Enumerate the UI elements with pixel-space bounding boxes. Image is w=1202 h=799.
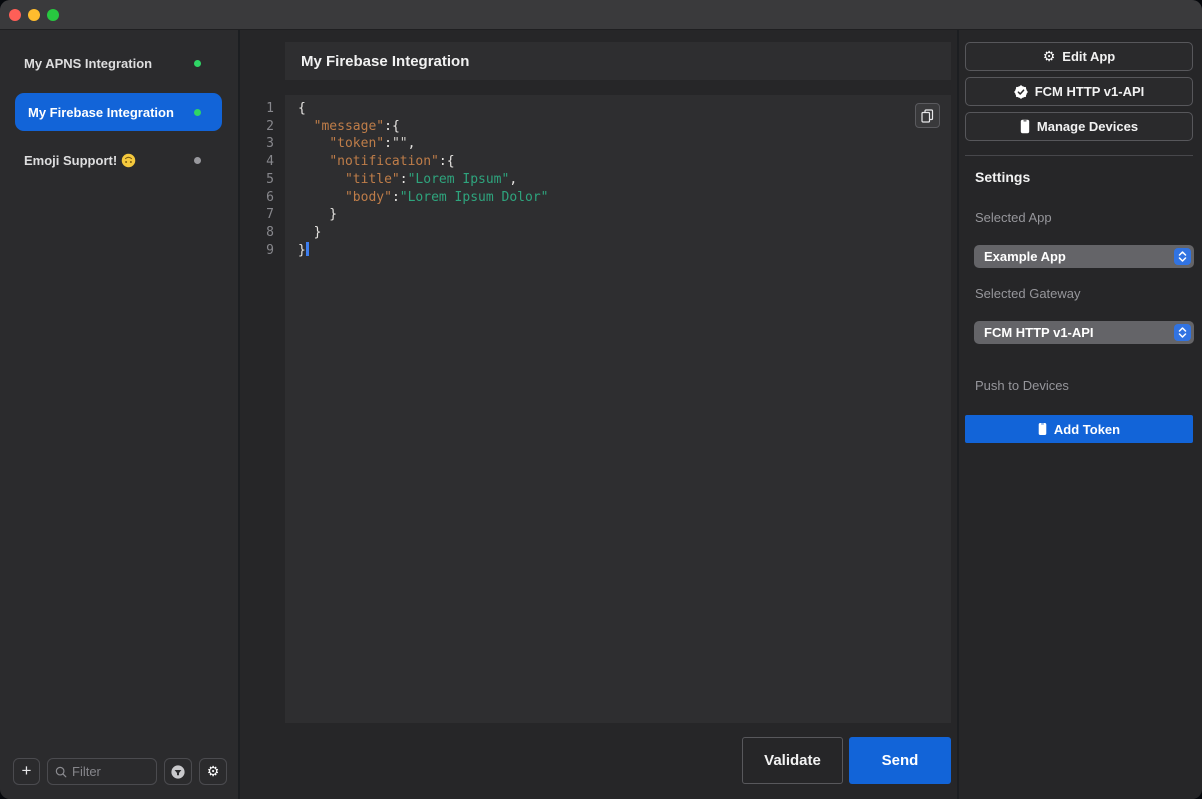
dropdown-stepper-icon <box>1174 324 1191 341</box>
search-icon <box>55 766 67 778</box>
filter-field[interactable] <box>47 758 157 785</box>
zoom-button[interactable] <box>47 9 59 21</box>
code-line: } <box>298 224 951 242</box>
action-bar: Validate Send <box>742 737 951 784</box>
phone-icon <box>1020 119 1030 134</box>
code-line: } <box>298 206 951 224</box>
copy-payload-button[interactable] <box>915 103 940 128</box>
line-number: 6 <box>240 189 274 207</box>
selected-gateway-label: Selected Gateway <box>975 286 1081 301</box>
settings-heading: Settings <box>975 169 1030 185</box>
send-button[interactable]: Send <box>849 737 951 784</box>
line-number: 9 <box>240 242 274 260</box>
editor-header: My Firebase Integration <box>285 42 951 80</box>
line-number: 7 <box>240 206 274 224</box>
settings-gear-button[interactable]: ⚙ <box>199 758 227 785</box>
line-number-gutter: 123456789 <box>240 100 274 259</box>
sidebar: My APNS Integration My Firebase Integrat… <box>0 30 240 799</box>
code-line: "message":{ <box>298 118 951 136</box>
titlebar <box>0 0 1202 30</box>
sidebar-toolbar: + ⚙ <box>13 758 227 785</box>
status-dot <box>194 60 201 67</box>
code-line: } <box>298 242 951 260</box>
filter-input[interactable] <box>72 764 149 779</box>
close-button[interactable] <box>9 9 21 21</box>
code-line: "title":"Lorem Ipsum", <box>298 171 951 189</box>
line-number: 5 <box>240 171 274 189</box>
minimize-button[interactable] <box>28 9 40 21</box>
status-dot <box>194 109 201 116</box>
selected-app-dropdown[interactable]: Example App <box>974 245 1194 268</box>
sidebar-item-apns[interactable]: My APNS Integration <box>0 44 238 82</box>
gateway-info-button[interactable]: FCM HTTP v1-API <box>965 77 1193 106</box>
phone-icon <box>1038 422 1047 436</box>
line-number: 4 <box>240 153 274 171</box>
seal-check-icon <box>1014 85 1028 99</box>
dropdown-stepper-icon <box>1174 248 1191 265</box>
selected-app-label: Selected App <box>975 210 1052 225</box>
gear-icon: ⚙ <box>1043 50 1056 64</box>
code-line: { <box>298 100 951 118</box>
settings-panel: ⚙ Edit App FCM HTTP v1-API Manage Device… <box>957 30 1202 799</box>
selected-gateway-dropdown[interactable]: FCM HTTP v1-API <box>974 321 1194 344</box>
code-line: "notification":{ <box>298 153 951 171</box>
validate-button[interactable]: Validate <box>742 737 843 784</box>
code-line: "body":"Lorem Ipsum Dolor" <box>298 189 951 207</box>
line-number: 3 <box>240 135 274 153</box>
filter-circle-button[interactable] <box>164 758 192 785</box>
copy-icon <box>921 109 934 123</box>
filter-circle-icon <box>170 764 186 780</box>
payload-editor[interactable]: { "message":{ "token":"", "notification"… <box>285 95 951 723</box>
sidebar-item-firebase[interactable]: My Firebase Integration <box>15 93 222 131</box>
divider <box>965 155 1193 156</box>
json-payload[interactable]: { "message":{ "token":"", "notification"… <box>285 95 951 259</box>
gear-icon: ⚙ <box>207 765 220 779</box>
line-number: 8 <box>240 224 274 242</box>
line-number: 1 <box>240 100 274 118</box>
push-to-devices-label: Push to Devices <box>975 378 1069 393</box>
sidebar-item-label: My Firebase Integration <box>28 105 174 120</box>
code-line: "token":"", <box>298 135 951 153</box>
sidebar-item-label: Emoji Support! <box>24 153 136 168</box>
status-dot <box>194 157 201 164</box>
upside-down-face-emoji <box>121 153 136 168</box>
sidebar-item-emoji[interactable]: Emoji Support! <box>0 141 238 179</box>
sidebar-item-label: My APNS Integration <box>24 56 152 71</box>
line-number: 2 <box>240 118 274 136</box>
payload-title: My Firebase Integration <box>301 53 469 70</box>
text-cursor <box>306 242 309 256</box>
app-window: My APNS Integration My Firebase Integrat… <box>0 0 1202 799</box>
add-integration-button[interactable]: + <box>13 758 40 785</box>
main-area: My Firebase Integration 123456789 { "mes… <box>240 30 957 799</box>
edit-app-button[interactable]: ⚙ Edit App <box>965 42 1193 71</box>
add-token-button[interactable]: Add Token <box>965 415 1193 443</box>
manage-devices-button[interactable]: Manage Devices <box>965 112 1193 141</box>
